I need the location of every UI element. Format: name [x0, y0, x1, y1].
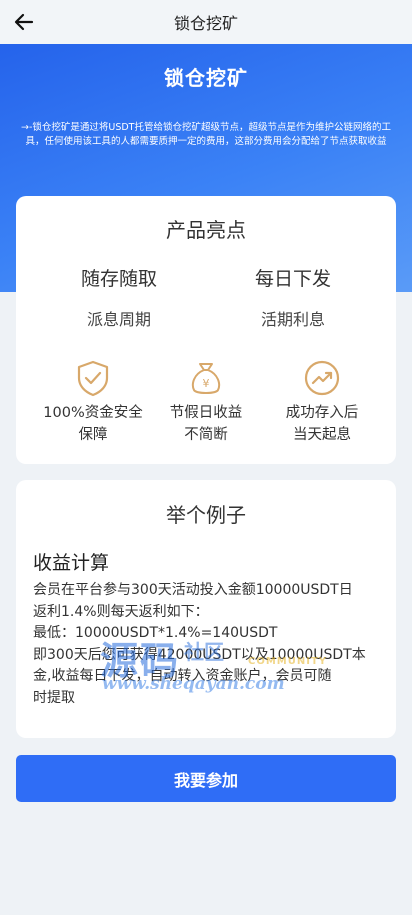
example-line: 会员在平台参与300天活动投入金额10000USDT日	[33, 582, 353, 598]
feature-subtitle: 派息周期	[86, 310, 151, 329]
money-bag-icon: ¥	[191, 363, 221, 394]
example-line: 时提取	[33, 689, 75, 706]
example-line: 金,收益每日下发，自动转入资金账户，会员可随	[33, 668, 332, 684]
highlights-title: 产品亮点	[166, 218, 246, 242]
highlight-label: 100%资金安全 保障	[43, 405, 143, 443]
nav-bar: 锁仓挖矿	[0, 0, 412, 44]
highlight-label: 节假日收益 不简断	[169, 405, 243, 443]
feature-title: 随存随取	[80, 268, 157, 290]
trend-up-icon	[304, 360, 340, 396]
join-button[interactable]: 我要参加	[16, 755, 396, 802]
shield-check-icon	[77, 360, 109, 397]
hero-description: →-锁仓挖矿是通过将USDT托管给锁仓挖矿超级节点，超级节点是作为维护公链网络的…	[21, 122, 391, 147]
example-line: 返利1.4%则每天返利如下：	[33, 603, 209, 620]
svg-text:¥: ¥	[203, 377, 210, 390]
feature-title: 每日下发	[254, 268, 331, 290]
feature-subtitle: 活期利息	[260, 310, 325, 329]
nav-title: 锁仓挖矿	[173, 14, 238, 33]
highlight-label: 成功存入后 当天起息	[285, 405, 359, 443]
back-arrow-icon[interactable]	[12, 10, 36, 34]
example-line: 最低：10000USDT*1.4%=140USDT	[33, 625, 278, 641]
product-highlights-card: 产品亮点 随存随取 每日下发 派息周期 活期利息 ¥ 100%资金安全 保障 节…	[16, 196, 396, 464]
example-line: 即300天后您可获得42000USDT以及10000USDT本	[33, 646, 366, 663]
hero-title: 锁仓挖矿	[164, 66, 248, 90]
example-title: 举个例子	[166, 503, 246, 527]
example-heading: 收益计算	[33, 552, 110, 574]
example-card: 举个例子 收益计算 会员在平台参与300天活动投入金额10000USDT日 返利…	[16, 480, 396, 738]
example-body: 会员在平台参与300天活动投入金额10000USDT日 返利1.4%则每天返利如…	[33, 580, 383, 709]
